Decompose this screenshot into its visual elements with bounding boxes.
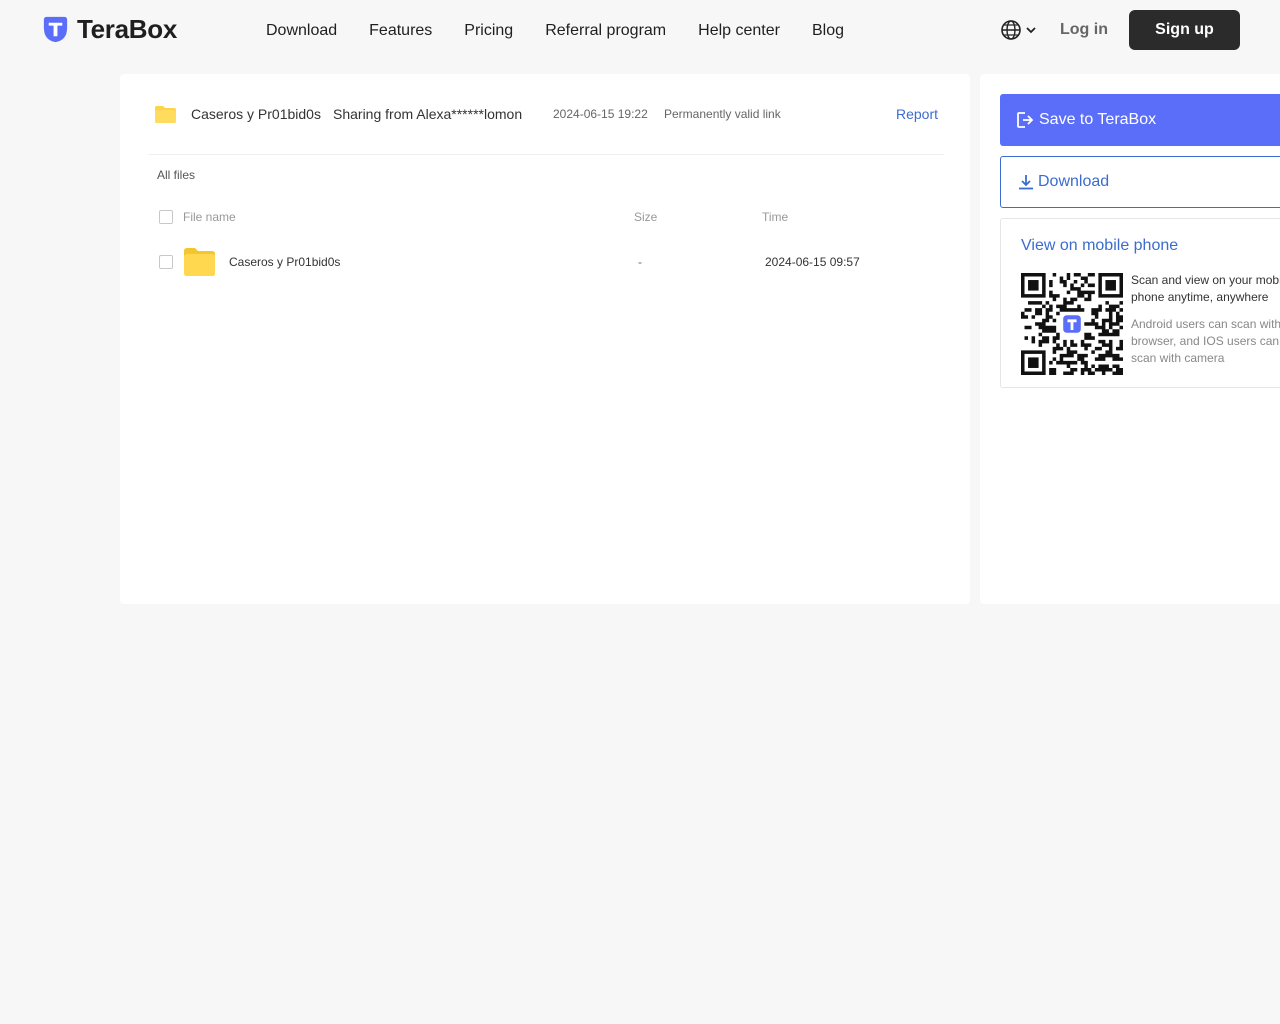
download-label: Download xyxy=(1038,173,1110,190)
report-link[interactable]: Report xyxy=(896,106,938,122)
file-time: 2024-06-15 09:57 xyxy=(765,255,860,269)
download-button[interactable]: Download xyxy=(1000,156,1280,208)
signup-button[interactable]: Sign up xyxy=(1129,10,1240,50)
save-label: Save to TeraBox xyxy=(1039,111,1157,128)
column-time[interactable]: Time xyxy=(762,210,788,224)
login-link[interactable]: Log in xyxy=(1060,21,1108,39)
nav-referral-program[interactable]: Referral program xyxy=(545,20,666,42)
file-size: - xyxy=(638,255,642,269)
scan-instructions: Scan and view on your mobi phone anytime… xyxy=(1131,273,1280,304)
nav-blog[interactable]: Blog xyxy=(812,20,844,42)
save-to-terabox-button[interactable]: Save to TeraBox xyxy=(1000,94,1280,146)
top-header: TeraBox Download Features Pricing Referr… xyxy=(0,0,1280,62)
globe-icon xyxy=(1001,20,1021,40)
terabox-logo-icon xyxy=(43,16,68,43)
language-selector[interactable] xyxy=(1000,19,1037,41)
action-panel: Save to TeraBox Download View on mobile … xyxy=(980,74,1280,604)
nav-features[interactable]: Features xyxy=(369,20,432,42)
link-validity: Permanently valid link xyxy=(664,107,781,121)
column-file-name[interactable]: File name xyxy=(183,210,236,224)
column-size[interactable]: Size xyxy=(634,210,657,224)
nav-download[interactable]: Download xyxy=(266,20,337,42)
save-icon xyxy=(1015,110,1035,130)
main-nav: Download Features Pricing Referral progr… xyxy=(266,20,876,42)
mobile-view-card: View on mobile phone Scan and view on yo… xyxy=(1000,218,1280,388)
terabox-logo[interactable]: TeraBox xyxy=(40,14,177,45)
share-owner: Sharing from Alexa******lomon xyxy=(333,106,523,122)
download-icon xyxy=(1017,173,1035,191)
select-all-checkbox[interactable] xyxy=(159,210,173,224)
mobile-view-title[interactable]: View on mobile phone xyxy=(1021,237,1178,255)
share-date: 2024-06-15 19:22 xyxy=(553,107,648,121)
scan-help-text: Android users can scan with browser, and… xyxy=(1131,317,1280,365)
row-checkbox[interactable] xyxy=(159,255,173,269)
chevron-down-icon xyxy=(1026,27,1036,34)
brand-name: TeraBox xyxy=(77,14,178,44)
folder-icon xyxy=(184,248,215,276)
folder-icon xyxy=(155,106,176,123)
file-list-panel: Caseros y Pr01bid0s Sharing from Alexa**… xyxy=(120,74,970,604)
file-name[interactable]: Caseros y Pr01bid0s xyxy=(229,255,340,269)
breadcrumb-all-files[interactable]: All files xyxy=(157,168,195,182)
nav-pricing[interactable]: Pricing xyxy=(464,20,513,42)
qr-code xyxy=(1021,273,1123,375)
share-info-bar: Caseros y Pr01bid0s Sharing from Alexa**… xyxy=(148,74,944,155)
share-title: Caseros y Pr01bid0s xyxy=(191,106,321,122)
nav-help-center[interactable]: Help center xyxy=(698,20,780,42)
